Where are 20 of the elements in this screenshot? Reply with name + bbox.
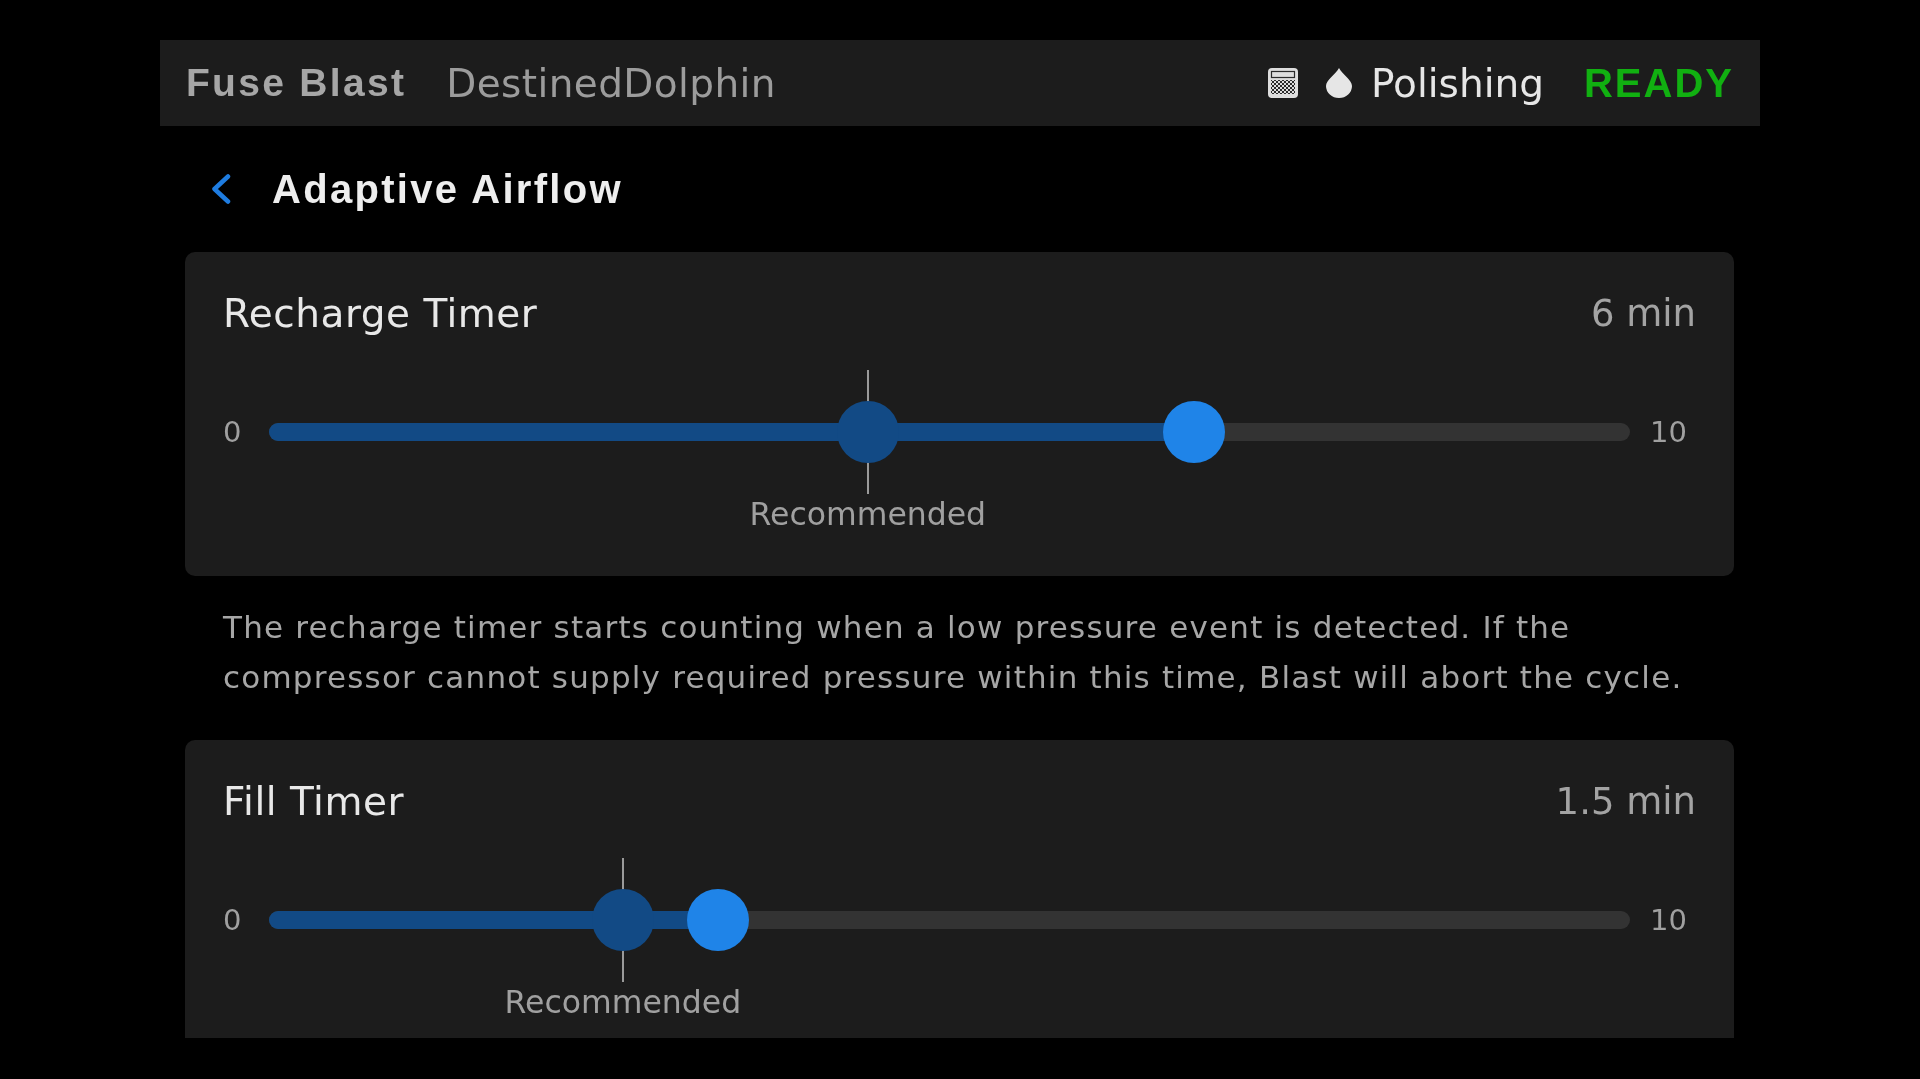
back-button[interactable] — [211, 174, 231, 204]
setting-value: 1.5 min — [1555, 779, 1696, 825]
mode-label: Polishing — [1370, 60, 1544, 106]
setting-title: Fill Timer — [223, 779, 404, 825]
app-name: Fuse Blast — [186, 61, 407, 105]
droplet-icon — [1325, 68, 1352, 98]
slider-min-label: 0 — [223, 903, 243, 937]
setting-description: The recharge timer starts counting when a low pressure event is detected. If the compressor cannot supply required pressure within this time, Blast will abort the cycle. — [223, 608, 1684, 697]
page-title: Adaptive Airflow — [272, 166, 623, 212]
slider-min-label: 0 — [223, 415, 243, 449]
calculator-icon — [1267, 68, 1298, 98]
recommended-label: Recommended — [749, 497, 987, 531]
device-name: DestinedDolphin — [446, 60, 776, 106]
slider-max-label: 10 — [1650, 415, 1688, 449]
recommended-label: Recommended — [504, 985, 742, 1019]
setting-title: Recharge Timer — [223, 291, 538, 337]
chevron-left-icon — [211, 174, 231, 204]
status-label: READY — [1583, 60, 1734, 106]
slider-max-label: 10 — [1650, 903, 1688, 937]
setting-value: 6 min — [1590, 291, 1696, 337]
